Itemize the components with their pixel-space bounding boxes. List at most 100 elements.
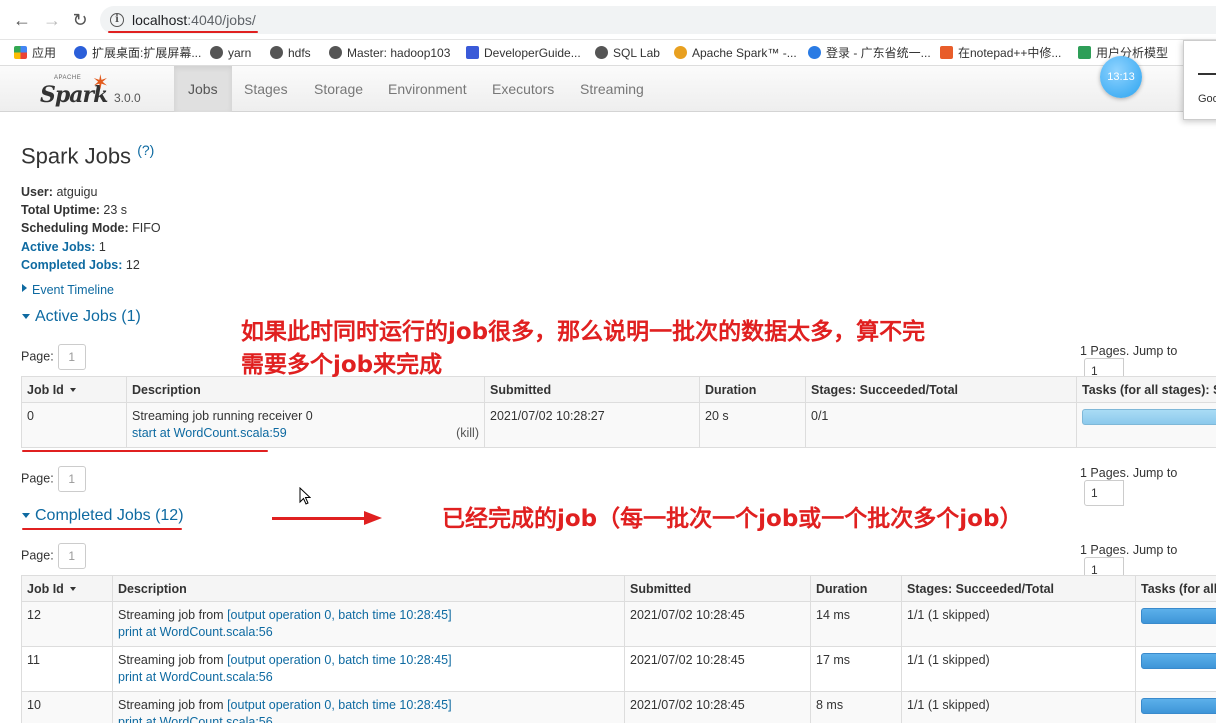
caret-down-icon <box>22 513 30 518</box>
job-stages: 0/1 <box>805 402 1077 448</box>
batch-link[interactable]: [output operation 0, batch time 10:28:45… <box>227 653 451 667</box>
job-detail-link[interactable]: print at WordCount.scala:56 <box>118 715 273 723</box>
help-link[interactable]: (?) <box>137 142 154 158</box>
completed-pager: Page: 1 <box>21 543 86 569</box>
annotation-line: 需要多个job来完成 <box>241 352 443 378</box>
description-text: Streaming job running receiver 0 <box>132 409 313 423</box>
tab-jobs[interactable]: Jobs <box>174 66 232 112</box>
page-title: Spark Jobs (?) <box>21 142 155 169</box>
scheduling-label: Scheduling Mode: <box>21 221 129 236</box>
job-id: 10 <box>21 691 113 723</box>
info-icon[interactable]: i <box>110 13 124 27</box>
completed-jobs-link[interactable]: Completed Jobs: <box>21 258 122 272</box>
tab-executors[interactable]: Executors <box>478 66 568 112</box>
job-detail-link[interactable]: start at WordCount.scala:59 <box>132 426 287 440</box>
bookmark-item[interactable]: yarn <box>210 44 251 62</box>
description-prefix: Streaming job from <box>118 608 228 622</box>
annotation-underline-url <box>108 31 258 33</box>
spark-star-icon <box>674 46 687 59</box>
job-stages: 1/1 (1 skipped) <box>901 601 1136 647</box>
bookmark-item[interactable]: Apache Spark™ -... <box>674 44 797 62</box>
bookmark-item[interactable]: 扩展桌面:扩展屏幕... <box>74 44 201 62</box>
col-stages[interactable]: Stages: Succeeded/Total <box>901 575 1136 602</box>
reload-icon[interactable]: ↻ <box>70 10 90 30</box>
tab-stages[interactable]: Stages <box>230 66 302 112</box>
bookmark-item[interactable]: SQL Lab <box>595 44 660 62</box>
job-description: Streaming job from [output operation 0, … <box>112 646 625 692</box>
completed-page-input-top[interactable]: 1 <box>57 466 86 492</box>
caret-right-icon <box>22 284 27 292</box>
job-stages: 1/1 (1 skipped) <box>901 691 1136 723</box>
logo-apache-text: APACHE <box>54 75 82 81</box>
job-submitted: 2021/07/02 10:28:45 <box>624 601 811 647</box>
spark-navbar: APACHE Spark ✶ 3.0.0 Jobs Stages Storage… <box>0 66 1216 112</box>
job-submitted: 2021/07/02 10:28:45 <box>624 646 811 692</box>
job-tasks <box>1135 601 1216 647</box>
active-jobs-link[interactable]: Active Jobs: <box>21 240 95 254</box>
tab-streaming[interactable]: Streaming <box>566 66 658 112</box>
side-popup[interactable]: Goo <box>1183 40 1216 120</box>
job-duration: 17 ms <box>810 646 902 692</box>
active-page-input[interactable]: 1 <box>57 344 86 370</box>
bookmark-item[interactable]: 登录 - 广东省统一... <box>808 44 931 62</box>
completed-jump-input-top[interactable]: 1 <box>1084 480 1124 506</box>
job-tasks <box>1135 646 1216 692</box>
task-progress-bar <box>1082 409 1216 425</box>
col-description[interactable]: Description <box>112 575 625 602</box>
active-jobs-table: Job Id Description Submitted Duration St… <box>21 376 1216 448</box>
globe-icon <box>270 46 283 59</box>
forward-arrow-icon[interactable]: → <box>42 10 62 30</box>
user-value: atguigu <box>56 185 98 199</box>
back-arrow-icon[interactable]: ← <box>12 10 32 30</box>
floating-clock-widget[interactable]: 13:13 <box>1100 56 1142 98</box>
bookmark-item[interactable]: DeveloperGuide... <box>466 44 581 62</box>
annotation-arrow-head <box>364 511 382 525</box>
spark-version: 3.0.0 <box>114 91 141 105</box>
job-duration: 8 ms <box>810 691 902 723</box>
bookmark-item[interactable]: hdfs <box>270 44 311 62</box>
annotation-note-completed: 已经完成的job（每一批次一个job或一个批次多个job） <box>442 506 1023 532</box>
job-detail-link[interactable]: print at WordCount.scala:56 <box>118 625 273 639</box>
x-logo-icon <box>466 46 479 59</box>
col-duration[interactable]: Duration <box>810 575 902 602</box>
col-tasks[interactable]: Tasks (for all stages): Succeeded/Total <box>1135 575 1216 602</box>
bookmarks-bar: 应用 扩展桌面:扩展屏幕... yarn hdfs Master: hadoop… <box>0 40 1216 66</box>
col-job-id[interactable]: Job Id <box>21 376 127 403</box>
table-row: 10 Streaming job from [output operation … <box>21 691 1216 723</box>
bookmark-apps[interactable]: 应用 <box>14 44 56 62</box>
batch-link[interactable]: [output operation 0, batch time 10:28:45… <box>227 698 451 712</box>
tab-environment[interactable]: Environment <box>374 66 481 112</box>
col-job-id[interactable]: Job Id <box>21 575 113 602</box>
active-jobs-heading[interactable]: Active Jobs (1) <box>22 308 141 326</box>
uptime-value: 23 s <box>103 203 128 218</box>
task-progress-bar <box>1141 608 1216 624</box>
shield-icon <box>808 46 821 59</box>
completed-jobs-heading[interactable]: Completed Jobs (12) <box>22 507 184 525</box>
description-prefix: Streaming job from <box>118 698 228 712</box>
bookmark-item[interactable]: 在notepad++中修... <box>940 44 1061 62</box>
kill-link[interactable]: (kill) <box>456 425 479 442</box>
col-tasks[interactable]: Tasks (for all stages): Succeeded/Total <box>1076 376 1216 403</box>
job-duration: 20 s <box>699 402 806 448</box>
job-description: Streaming job running receiver 0 start a… <box>126 402 485 448</box>
c-logo-icon <box>940 46 953 59</box>
caret-down-icon <box>22 314 30 319</box>
event-timeline-toggle[interactable]: Event Timeline <box>22 283 114 297</box>
completed-jobs-table: Job Id Description Submitted Duration St… <box>21 575 1216 723</box>
uptime-label: Total Uptime: <box>21 203 100 218</box>
batch-link[interactable]: [output operation 0, batch time 10:28:45… <box>227 608 451 622</box>
popup-text: Goo <box>1198 93 1216 105</box>
globe-icon <box>329 46 342 59</box>
col-submitted[interactable]: Submitted <box>624 575 811 602</box>
globe-icon <box>595 46 608 59</box>
job-detail-link[interactable]: print at WordCount.scala:56 <box>118 670 273 684</box>
tab-storage[interactable]: Storage <box>300 66 377 112</box>
user-label: User: <box>21 185 53 199</box>
globe-icon <box>210 46 223 59</box>
address-bar[interactable]: i localhost:4040/jobs/ <box>100 6 1216 34</box>
completed-jump-top: 1 Pages. Jump to1 <box>1080 466 1216 506</box>
job-stages: 1/1 (1 skipped) <box>901 646 1136 692</box>
job-submitted: 2021/07/02 10:28:45 <box>624 691 811 723</box>
bookmark-item[interactable]: Master: hadoop103 <box>329 44 450 62</box>
completed-page-input[interactable]: 1 <box>57 543 86 569</box>
